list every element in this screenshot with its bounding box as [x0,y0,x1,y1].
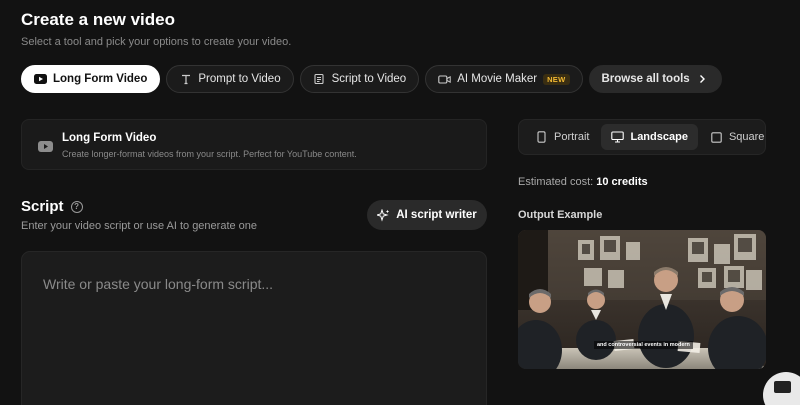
tool-label: AI Movie Maker [457,73,538,85]
portrait-icon [535,131,548,144]
card-title: Long Form Video [62,132,157,144]
tool-long-form-video[interactable]: Long Form Video [21,65,161,93]
cost-label: Estimated cost: [518,176,594,188]
long-form-info-card: Long Form Video Create longer-format vid… [21,119,487,170]
video-caption: and controversial events in modern [594,341,693,349]
tool-label: Prompt to Video [198,73,281,85]
chat-icon [774,381,791,393]
orientation-landscape[interactable]: Landscape [601,124,698,150]
ai-script-writer-button[interactable]: AI script writer [367,200,487,230]
orientation-selector: Portrait Landscape Square [518,119,766,155]
tool-selector: Long Form Video Prompt to Video Script t… [21,65,722,93]
orientation-label: Portrait [554,131,590,143]
orientation-label: Square [728,131,765,143]
script-description: Enter your video script or use AI to gen… [21,220,258,232]
tool-ai-movie-maker[interactable]: AI Movie Maker NEW [425,65,583,93]
youtube-icon [34,73,47,86]
script-textarea[interactable]: Write or paste your long-form script... [21,251,487,405]
script-placeholder: Write or paste your long-form script... [43,276,274,292]
tool-script-to-video[interactable]: Script to Video [299,65,420,93]
estimated-cost: Estimated cost: 10 credits [518,176,648,188]
tool-label: Long Form Video [53,73,148,85]
tool-label: Script to Video [331,73,407,85]
orientation-label: Landscape [630,131,688,143]
page-title: Create a new video [21,10,176,29]
video-camera-icon [438,73,451,86]
youtube-icon [38,139,53,157]
output-example-label: Output Example [518,209,603,221]
chat-support-button[interactable] [763,372,800,405]
card-description: Create longer-format videos from your sc… [62,149,357,159]
page-subtitle: Select a tool and pick your options to c… [21,36,292,48]
cost-value: 10 credits [596,176,648,188]
sparkle-icon [377,208,390,222]
ai-writer-label: AI script writer [396,209,477,221]
create-video-page: Create a new video Select a tool and pic… [0,0,800,405]
new-badge: NEW [543,73,570,85]
text-icon [179,73,192,86]
script-heading: Script ? [21,198,83,215]
help-icon[interactable]: ? [70,200,83,213]
tool-label: Browse all tools [601,73,690,85]
orientation-square[interactable]: Square [700,124,774,150]
orientation-portrait[interactable]: Portrait [525,124,599,150]
output-example-image: and controversial events in modern [518,230,766,369]
chevron-right-icon [696,73,709,86]
monitor-icon [611,131,625,144]
scroll-icon [313,73,326,86]
script-label: Script [21,198,64,215]
browse-all-tools-button[interactable]: Browse all tools [588,65,722,93]
square-icon [710,131,723,144]
tool-prompt-to-video[interactable]: Prompt to Video [166,65,294,93]
